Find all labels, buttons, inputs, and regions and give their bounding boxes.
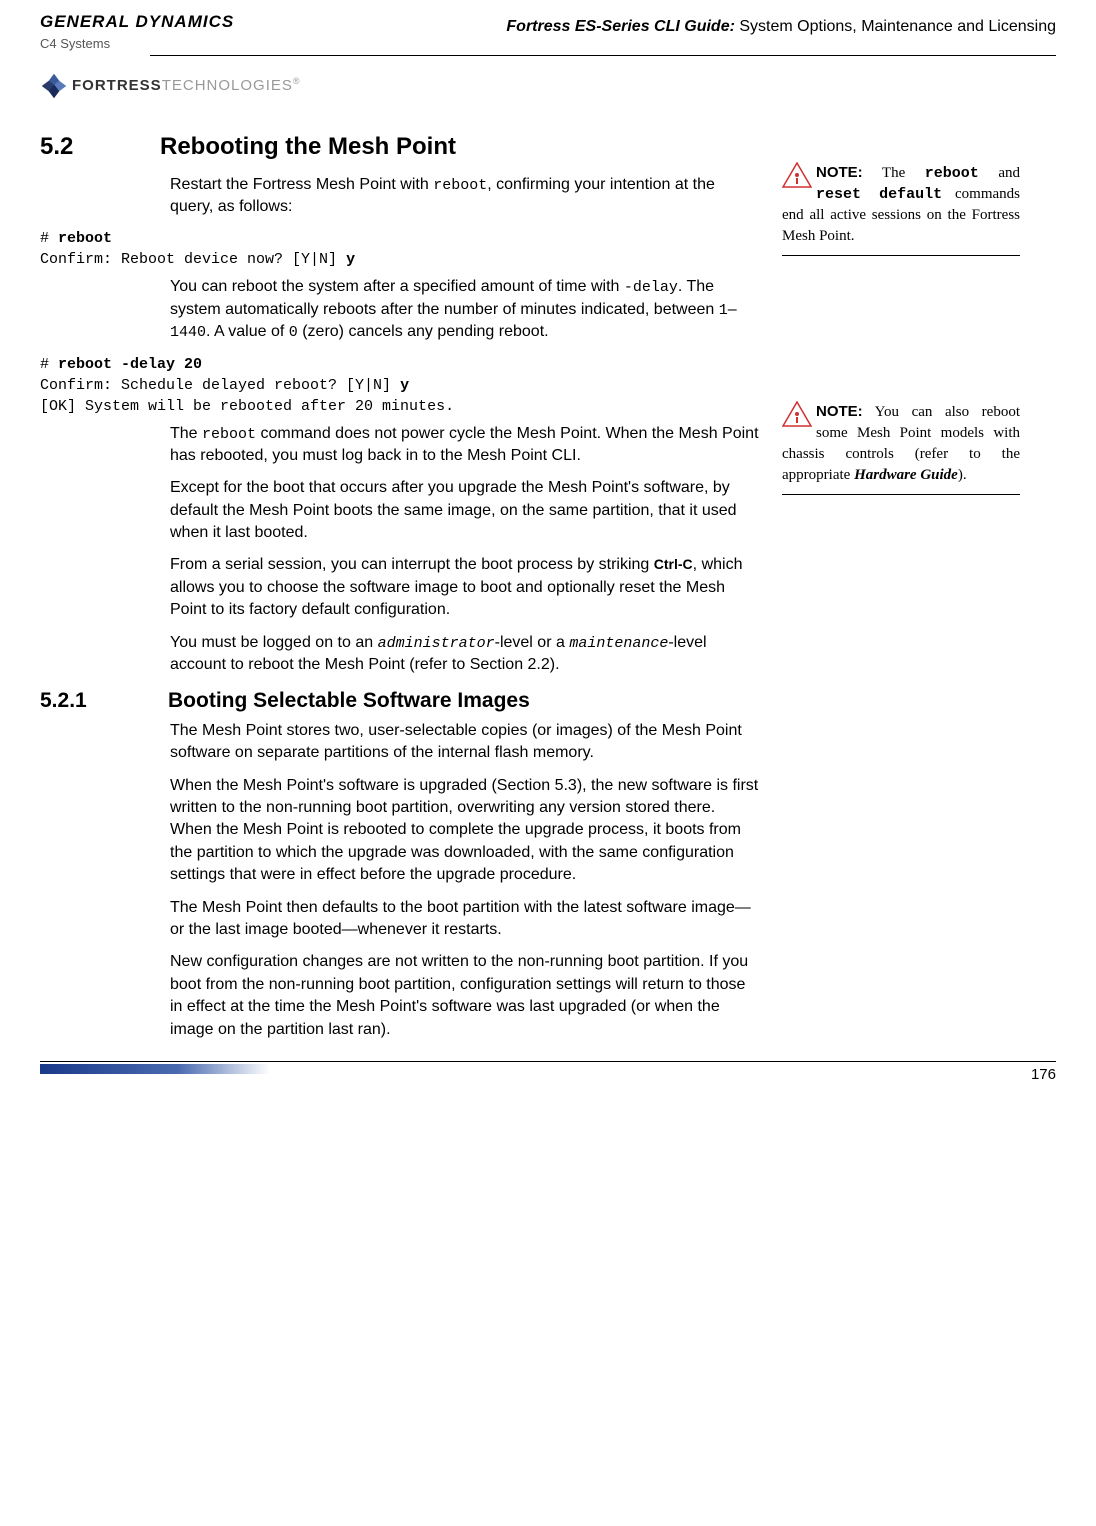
subsection-num: 5.2.1 [40, 686, 168, 715]
fortress-logo-row: FORTRESSTECHNOLOGIES® [40, 72, 1056, 100]
note1-code1: reboot [925, 165, 979, 182]
footer-bar [40, 1064, 270, 1074]
para-3: The reboot command does not power cycle … [170, 423, 760, 468]
para-6: You must be logged on to an administrato… [170, 632, 760, 677]
para-1: Restart the Fortress Mesh Point with reb… [170, 174, 760, 219]
doc-title-bold: Fortress ES-Series CLI Guide: [506, 18, 735, 35]
fortress-tech-text: FORTRESSTECHNOLOGIES® [72, 75, 301, 96]
tech-light: TECHNOLOGIES [162, 77, 293, 94]
subsec-para-3: The Mesh Point then defaults to the boot… [170, 897, 760, 942]
fortress-bold: FORTRESS [72, 77, 162, 94]
para-2: You can reboot the system after a specif… [170, 276, 760, 343]
section-heading-5-2: 5.2Rebooting the Mesh Point [40, 130, 760, 164]
registered-mark: ® [293, 76, 301, 86]
note-1: NOTE: The reboot and reset default comma… [782, 162, 1020, 256]
subsection-title: Booting Selectable Software Images [168, 689, 530, 712]
subsec-para-1: The Mesh Point stores two, user-selectab… [170, 720, 760, 765]
para-5: From a serial session, you can interrupt… [170, 554, 760, 621]
ctrl-c-key: Ctrl-C [654, 556, 693, 572]
code-block-1: # reboot Confirm: Reboot device now? [Y|… [40, 228, 760, 270]
fortress-icon [40, 72, 68, 100]
logo-c4: C4 Systems [40, 35, 234, 53]
info-warning-icon [782, 162, 812, 188]
doc-title: Fortress ES-Series CLI Guide: System Opt… [506, 10, 1056, 38]
header-rule [150, 55, 1056, 56]
note2-emphasis: Hardware Guide [854, 467, 958, 483]
note-label: NOTE: [816, 164, 863, 181]
footer: 176 [40, 1061, 1056, 1088]
logo-general-dynamics: GENERAL DYNAMICS [40, 10, 234, 34]
code-block-2: # reboot -delay 20 Confirm: Schedule del… [40, 354, 760, 417]
info-warning-icon [782, 401, 812, 427]
note-label: NOTE: [816, 403, 863, 420]
note1-code2: reset default [816, 186, 942, 203]
para-4: Except for the boot that occurs after yo… [170, 477, 760, 544]
subsec-para-2: When the Mesh Point's software is upgrad… [170, 775, 760, 887]
logo-block: GENERAL DYNAMICS C4 Systems [40, 10, 234, 53]
subsec-para-4: New configuration changes are not writte… [170, 951, 760, 1041]
section-num: 5.2 [40, 130, 160, 164]
page-number: 176 [1031, 1064, 1056, 1085]
doc-title-rest: System Options, Maintenance and Licensin… [735, 18, 1056, 35]
note-2: NOTE: You can also reboot some Mesh Poin… [782, 401, 1020, 495]
section-title: Rebooting the Mesh Point [160, 133, 456, 160]
subsection-heading-5-2-1: 5.2.1Booting Selectable Software Images [40, 686, 760, 715]
